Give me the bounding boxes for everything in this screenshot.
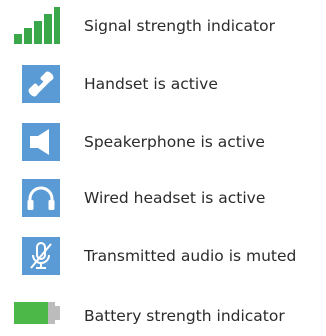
legend-row-battery: Battery strength indicator: [0, 290, 326, 330]
legend-row-signal: Signal strength indicator: [0, 6, 326, 46]
muted-microphone-icon: [22, 237, 60, 275]
legend-row-muted: Transmitted audio is muted: [0, 236, 326, 276]
speakerphone-icon-cell: [14, 122, 60, 162]
legend-label-headset: Wired headset is active: [84, 189, 266, 207]
legend-label-speakerphone: Speakerphone is active: [84, 133, 265, 151]
wired-headset-icon-cell: [14, 178, 60, 218]
muted-microphone-icon-cell: [14, 236, 60, 276]
handset-icon-cell: [14, 64, 60, 104]
legend-row-speakerphone: Speakerphone is active: [0, 122, 326, 162]
legend-row-headset: Wired headset is active: [0, 178, 326, 218]
legend-label-signal: Signal strength indicator: [84, 17, 275, 35]
legend-label-battery: Battery strength indicator: [84, 307, 285, 325]
legend-label-handset: Handset is active: [84, 75, 218, 93]
legend-row-handset: Handset is active: [0, 64, 326, 104]
wired-headset-icon: [22, 179, 60, 217]
signal-strength-icon: [14, 6, 60, 46]
battery-strength-icon: [14, 290, 60, 330]
handset-icon: [22, 65, 60, 103]
legend-label-muted: Transmitted audio is muted: [84, 247, 297, 265]
speakerphone-icon: [22, 123, 60, 161]
